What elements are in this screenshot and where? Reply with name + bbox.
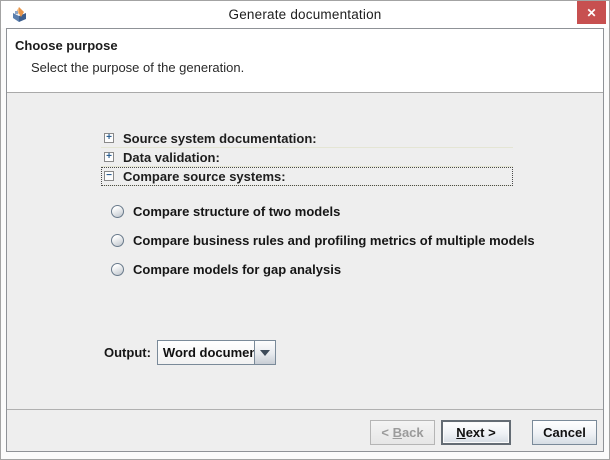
tree-item-label: Data validation: [123,150,220,165]
output-format-dropdown[interactable]: Word document [157,340,276,365]
wizard-header: Choose purpose Select the purpose of the… [7,29,603,93]
tree-item-compare-source-systems[interactable]: − Compare source systems: [101,167,513,186]
close-button[interactable]: ✕ [577,1,606,24]
radio-option-label: Compare structure of two models [133,204,340,219]
dropdown-selected-value: Word document [158,341,254,364]
dropdown-arrow-button[interactable] [254,341,275,364]
next-button-label: Next > [456,425,495,440]
dialog-client-area: Choose purpose Select the purpose of the… [6,28,604,452]
output-row: Output: Word document [104,340,276,365]
compare-options-group: Compare structure of two models Compare … [111,202,535,289]
radio-option-label: Compare business rules and profiling met… [133,233,535,248]
page-title: Choose purpose [15,38,603,53]
back-button[interactable]: < Back [370,420,435,445]
cancel-button-label: Cancel [543,425,586,440]
back-button-label: < Back [381,425,423,440]
chevron-down-icon [260,350,270,356]
tree-item-source-system-documentation[interactable]: + Source system documentation: [101,129,513,148]
collapse-toggle-icon[interactable]: − [104,171,114,181]
window-title: Generate documentation [1,1,609,28]
button-bar-separator [7,409,603,410]
close-icon: ✕ [586,6,596,20]
radio-button-icon[interactable] [111,234,124,247]
radio-option-compare-structure[interactable]: Compare structure of two models [111,202,535,221]
cancel-button[interactable]: Cancel [532,420,597,445]
tree-item-data-validation[interactable]: + Data validation: [101,148,513,167]
page-subtitle: Select the purpose of the generation. [31,60,603,75]
tree-item-label: Source system documentation: [123,131,317,146]
purpose-tree: + Source system documentation: + Data va… [101,129,513,186]
tree-item-label: Compare source systems: [123,169,286,184]
radio-option-compare-business-rules[interactable]: Compare business rules and profiling met… [111,231,535,250]
dialog-window: Generate documentation ✕ Choose purpose … [0,0,610,460]
expand-toggle-icon[interactable]: + [104,152,114,162]
output-label: Output: [104,345,151,360]
title-bar[interactable]: Generate documentation ✕ [1,1,609,28]
radio-button-icon[interactable] [111,205,124,218]
radio-option-compare-gap-analysis[interactable]: Compare models for gap analysis [111,260,535,279]
radio-button-icon[interactable] [111,263,124,276]
radio-option-label: Compare models for gap analysis [133,262,341,277]
expand-toggle-icon[interactable]: + [104,133,114,143]
next-button[interactable]: Next > [441,420,511,445]
